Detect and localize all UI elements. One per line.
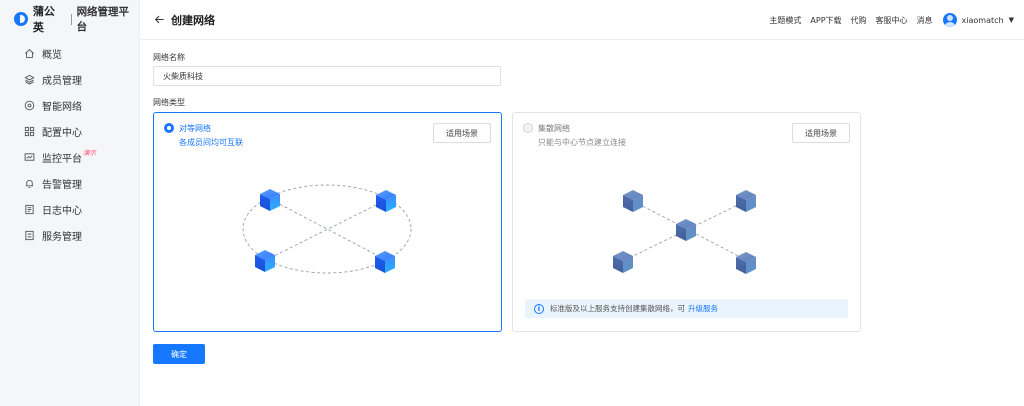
grid-icon [24, 126, 35, 137]
demo-badge: 演示 [83, 149, 96, 157]
notice-text: 标准版及以上服务支持创建集散网络，可 [550, 304, 685, 313]
sidebar-item-smart-network[interactable]: 智能网络 [0, 92, 139, 118]
home-icon [24, 48, 35, 59]
app-download-link[interactable]: APP下载 [810, 15, 841, 26]
node-cube-icon [623, 190, 643, 212]
sidebar-item-label: 告警管理 [42, 179, 82, 191]
node-cube-icon [736, 252, 756, 274]
brand-name: 蒲公英 [32, 5, 55, 34]
username[interactable]: xiaomatch [962, 16, 1004, 25]
sidebar-item-alerts[interactable]: 告警管理 [0, 170, 139, 196]
node-cube-icon [376, 190, 396, 212]
peer-network-desc: 各成员间均可互联 [179, 138, 243, 147]
messages-link[interactable]: 消息 [917, 15, 933, 26]
header-actions: 主题模式 APP下载 代购 客服中心 消息 xiaomatch ▼ [769, 0, 1024, 40]
info-icon: i [534, 303, 544, 314]
node-cube-icon [375, 251, 395, 273]
peer-network-diagram [242, 184, 412, 274]
sidebar-item-label: 服务管理 [42, 231, 82, 243]
peer-scene-button[interactable]: 适用场景 [433, 123, 491, 143]
brand-divider [70, 13, 72, 25]
sidebar-item-label: 智能网络 [42, 101, 82, 113]
peer-network-title: 对等网络 [179, 124, 211, 133]
back-arrow-icon[interactable] [152, 13, 166, 27]
network-type-label: 网络类型 [153, 98, 185, 107]
node-cube-icon [613, 251, 633, 273]
page-title: 创建网络 [171, 13, 215, 27]
sidebar-nav: 概览 成员管理 智能网络 配置中心 监控平台 演示 告警管理 日志中心 服务管理 [0, 40, 139, 248]
hub-network-option[interactable]: 集散网络 只能与中心节点建立连接 适用场景 i 标准版及以上服务支持创建集散网络… [512, 112, 861, 332]
avatar[interactable] [942, 13, 957, 27]
hub-network-diagram [613, 190, 756, 274]
brand-logo-icon [14, 12, 28, 26]
sidebar-item-monitor[interactable]: 监控平台 演示 [0, 144, 139, 170]
hub-cube-icon [676, 219, 696, 241]
node-cube-icon [260, 189, 280, 211]
brand-subtitle: 网络管理平台 [76, 6, 130, 33]
network-name-input[interactable] [153, 66, 501, 86]
confirm-button[interactable]: 确定 [153, 344, 205, 364]
node-cube-icon [255, 250, 275, 272]
brand[interactable]: 蒲公英 网络管理平台 [0, 0, 139, 38]
sidebar-item-config[interactable]: 配置中心 [0, 118, 139, 144]
network-circle-icon [24, 100, 35, 111]
purchase-link[interactable]: 代购 [851, 15, 867, 26]
network-name-label: 网络名称 [153, 53, 185, 62]
sidebar-item-services[interactable]: 服务管理 [0, 222, 139, 248]
peer-network-option[interactable]: 对等网络 各成员间均可互联 适用场景 [153, 112, 502, 332]
hub-network-title: 集散网络 [538, 124, 570, 133]
sidebar-item-label: 概览 [42, 49, 62, 61]
sidebar-item-members[interactable]: 成员管理 [0, 66, 139, 92]
hub-network-desc: 只能与中心节点建立连接 [538, 138, 626, 147]
monitor-icon [24, 152, 35, 163]
caret-down-icon[interactable]: ▼ [1009, 16, 1014, 24]
hub-scene-button[interactable]: 适用场景 [792, 123, 850, 143]
peer-network-radio[interactable] [164, 123, 174, 133]
sidebar-item-label: 监控平台 [42, 153, 82, 165]
top-header: 创建网络 主题模式 APP下载 代购 客服中心 消息 xiaomatch ▼ [140, 0, 1024, 40]
sidebar-item-logs[interactable]: 日志中心 [0, 196, 139, 222]
sidebar-item-label: 配置中心 [42, 127, 82, 139]
bell-icon [24, 178, 35, 189]
sidebar-item-label: 成员管理 [42, 75, 82, 87]
hub-network-radio[interactable] [523, 123, 533, 133]
upgrade-service-link[interactable]: 升级服务 [688, 303, 718, 314]
node-cube-icon [736, 190, 756, 212]
service-icon [24, 230, 35, 241]
sidebar-item-label: 日志中心 [42, 205, 82, 217]
layers-icon [24, 74, 35, 85]
sidebar: 蒲公英 网络管理平台 概览 成员管理 智能网络 配置中心 监控平台 演示 告警管… [0, 0, 140, 406]
support-center-link[interactable]: 客服中心 [876, 15, 908, 26]
log-icon [24, 204, 35, 215]
theme-mode-link[interactable]: 主题模式 [769, 15, 801, 26]
upgrade-notice: i 标准版及以上服务支持创建集散网络，可 升级服务 [525, 299, 848, 318]
sidebar-item-overview[interactable]: 概览 [0, 40, 139, 66]
